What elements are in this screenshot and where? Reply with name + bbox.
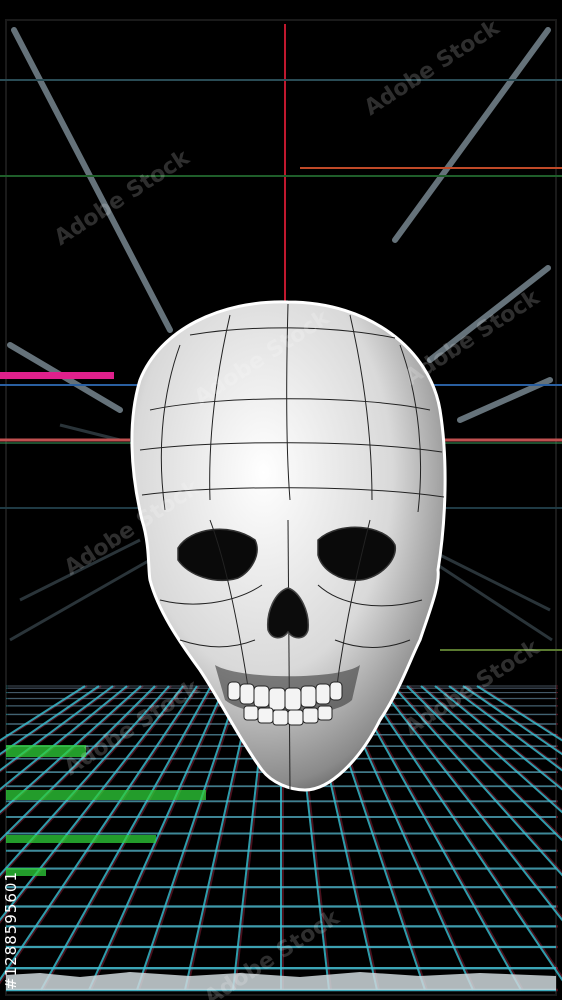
- floor-grid-column: [392, 685, 562, 877]
- skull-artwork: [0, 19, 562, 996]
- green-glitch-blocks: [6, 745, 206, 876]
- glitch-skull-scene: Adobe Stock Adobe Stock Adobe Stock Adob…: [0, 0, 562, 1000]
- floor-grid-column: [394, 685, 562, 875]
- stock-id: #1288595601: [2, 870, 20, 990]
